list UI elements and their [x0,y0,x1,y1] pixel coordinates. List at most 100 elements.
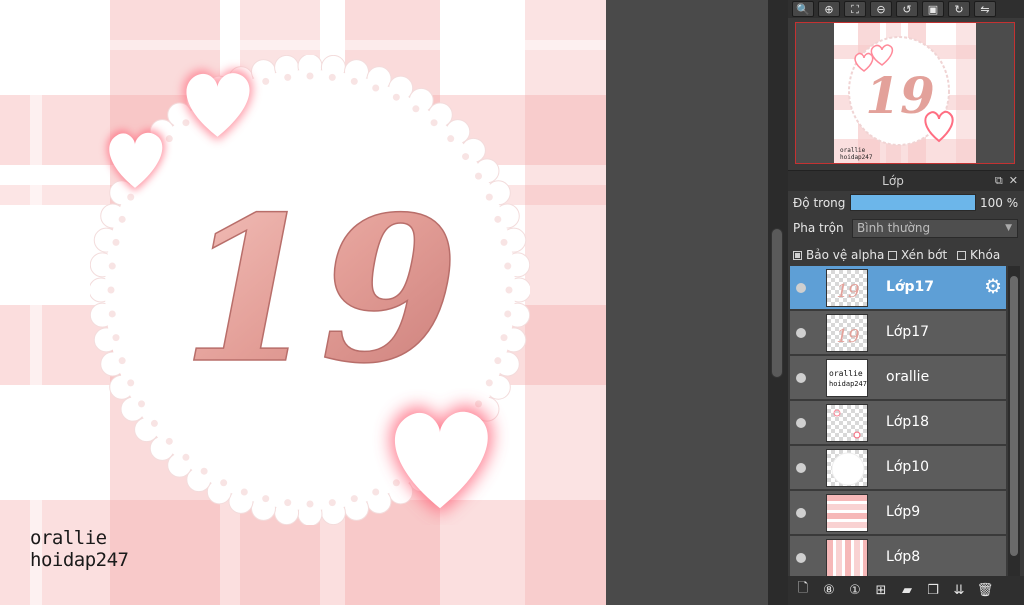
plaid-stripe [0,40,606,50]
doily-dot [284,499,292,507]
visibility-icon[interactable] [796,553,806,563]
layer-list-scrollbar[interactable] [1008,266,1020,576]
doily-dot [494,215,502,223]
gear-icon[interactable]: ⚙ [984,276,1002,296]
doily-dot [182,453,190,461]
blend-label: Pha trộn [793,221,844,235]
visibility-icon[interactable] [796,508,806,518]
opacity-slider[interactable] [850,194,976,211]
watermark-line2: hoidap247 [30,549,129,571]
layer-row[interactable]: 19 Lớp17 ⚙ [790,266,1006,310]
close-icon[interactable]: ✕ [1009,174,1018,188]
clipping-option[interactable]: Xén bớt [888,248,947,262]
fullscreen-icon[interactable]: ▣ [922,1,944,17]
thumb-heart [833,409,841,417]
protect-alpha-checkbox[interactable] [793,250,802,260]
flip-icon[interactable]: ⇋ [974,1,996,17]
zoom-reset-icon[interactable]: 🔍 [792,1,814,17]
doily-dot [485,193,493,201]
doily-dot [447,135,455,143]
doily-dot [138,400,146,408]
preview-number-text: 19 [865,66,935,125]
add-layer-menu-icon[interactable]: ⊞ [870,580,892,600]
zoom-in-icon[interactable]: ⊕ [818,1,840,17]
protect-alpha-option[interactable]: Bảo vệ alpha [793,248,884,262]
folder-icon[interactable]: ▰ [896,580,918,600]
scrollbar-thumb[interactable] [1010,276,1018,556]
preview-watermark2: hoidap247 [840,154,873,161]
visibility-icon[interactable] [796,463,806,473]
visibility-icon[interactable] [796,373,806,383]
visibility-icon[interactable] [796,418,806,428]
big-number-art: 19 [180,172,460,390]
rotate-right-icon[interactable]: ↻ [948,1,970,17]
doily-dot [150,419,158,427]
doily-dot [306,72,314,80]
clipping-checkbox[interactable] [888,250,897,260]
layer-panel-title: Lớp [882,174,904,188]
lock-checkbox[interactable] [957,250,966,260]
merge-down-icon[interactable]: ⇊ [948,580,970,600]
new-1bit-layer-icon[interactable]: ① [844,580,866,600]
layer-row[interactable]: Lớp8 [790,536,1006,580]
big-number-text: 19 [181,173,459,390]
visibility-icon[interactable] [796,283,806,293]
doily-dot [112,238,120,246]
lock-option[interactable]: Khóa [957,248,1000,262]
delete-layer-icon[interactable]: 🗑 [974,580,996,600]
lock-label: Khóa [970,248,1001,262]
plaid-stripe [30,0,42,605]
navigator-preview[interactable]: 19 orallie hoidap247 [795,22,1015,164]
doily-dot [284,73,292,81]
clipping-label: Xén bớt [901,248,948,262]
canvas-vertical-scrollbar[interactable] [768,0,788,605]
popout-icon[interactable]: ⧉ [995,174,1003,188]
doily-dot [500,334,508,342]
layer-name: Lớp8 [886,549,921,565]
doily-dot [165,437,173,445]
doily-dot [108,310,116,318]
blend-mode-value: Bình thường [857,221,931,235]
scrollbar-thumb[interactable] [771,228,783,378]
doily-dot [392,93,400,101]
layer-toolbar: 🗋 ⑧ ① ⊞ ▰ ❐ ⇊ 🗑 [788,576,1024,605]
drawing-canvas[interactable]: 19 orallie hoidap247 [0,0,606,605]
thumb-circle [831,452,865,486]
workspace-background [606,0,768,605]
duplicate-layer-icon[interactable]: ❐ [922,580,944,600]
blend-mode-select[interactable]: Bình thường ▼ [852,219,1018,238]
thumb-number: 19 [837,281,860,302]
doily-dot [108,262,116,270]
doily-dot [505,286,513,294]
doily-dot [112,334,120,342]
layer-name: Lớp17 [886,324,930,340]
heart-icon [182,69,253,141]
thumb-text-line1: orallie [829,369,863,378]
new-layer-icon[interactable]: 🗋 [792,580,814,600]
layer-row[interactable]: orallie hoidap247 orallie [790,356,1006,400]
layer-list: 19 Lớp17 ⚙ 19 Lớp17 orallie hoidap247 orallie Lớ… [790,266,1008,580]
doily-dot [118,357,126,365]
new-8bit-layer-icon[interactable]: ⑧ [818,580,840,600]
visibility-icon[interactable] [796,328,806,338]
layer-name: Lớp17 [886,279,935,295]
fit-icon[interactable]: ⛶ [844,1,866,17]
layer-row[interactable]: Lớp9 [790,491,1006,535]
layer-row[interactable]: Lớp10 [790,446,1006,490]
thumb-number: 19 [837,326,860,347]
doily-dot [127,379,135,387]
doily-dot [412,105,420,113]
layer-thumbnail [826,449,868,487]
opacity-value: 100 % [980,196,1019,210]
layer-row[interactable]: Lớp18 [790,401,1006,445]
layer-thumbnail: 19 [826,314,868,352]
layer-panel-header: Lớp ⧉ ✕ [788,170,1024,191]
layer-thumbnail: orallie hoidap247 [826,359,868,397]
zoom-out-icon[interactable]: ⊖ [870,1,892,17]
doily-dot [306,500,314,508]
thumb-text-line2: hoidap247 [829,380,867,388]
doily-dot [430,119,438,127]
doily-dot [372,84,380,92]
layer-row[interactable]: 19 Lớp17 [790,311,1006,355]
rotate-left-icon[interactable]: ↺ [896,1,918,17]
